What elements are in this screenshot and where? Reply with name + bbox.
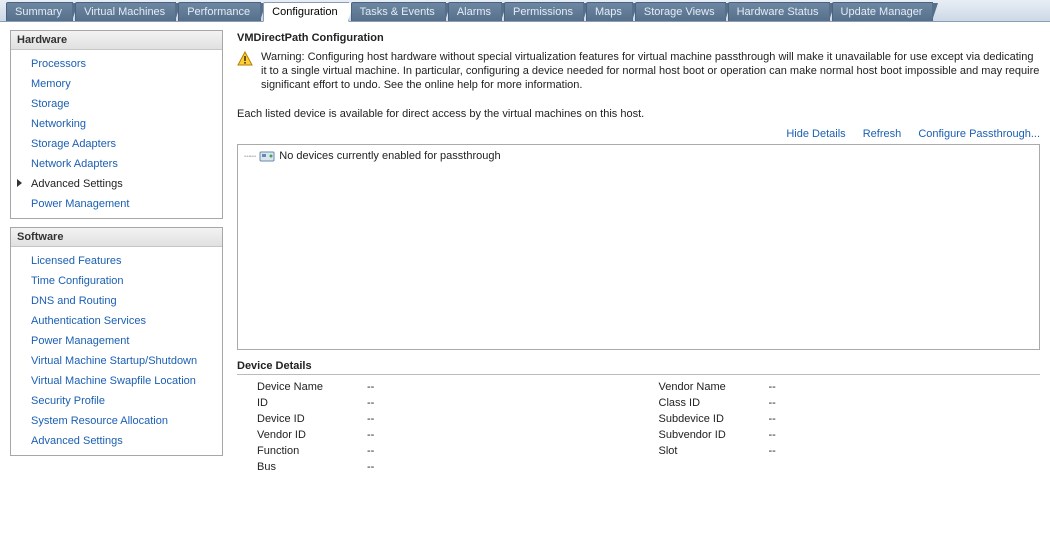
sidebar-item-authentication-services[interactable]: Authentication Services <box>11 311 222 331</box>
detail-subvendor-id: Subvendor ID -- <box>639 427 1041 443</box>
sidebar-item-vm-startup-shutdown[interactable]: Virtual Machine Startup/Shutdown <box>11 351 222 371</box>
action-links: Hide Details Refresh Configure Passthrou… <box>237 128 1040 140</box>
sidebar-item-storage-adapters[interactable]: Storage Adapters <box>11 134 222 154</box>
sidebar-item-time-configuration[interactable]: Time Configuration <box>11 271 222 291</box>
detail-id: ID -- <box>237 395 639 411</box>
tab-summary[interactable]: Summary <box>6 2 73 21</box>
detail-value: -- <box>759 445 776 457</box>
sidebar-item-advanced-settings-sw[interactable]: Advanced Settings <box>11 431 222 451</box>
detail-label: Slot <box>639 445 759 457</box>
sidebar-item-power-management-hw[interactable]: Power Management <box>11 194 222 214</box>
detail-label: Subvendor ID <box>639 429 759 441</box>
detail-value: -- <box>759 381 776 393</box>
detail-device-id: Device ID -- <box>237 411 639 427</box>
warning-icon <box>237 51 253 67</box>
details-right-column: Vendor Name -- Class ID -- Subdevice ID … <box>639 379 1041 475</box>
detail-label: Class ID <box>639 397 759 409</box>
detail-vendor-name: Vendor Name -- <box>639 379 1041 395</box>
tab-storage-views[interactable]: Storage Views <box>635 2 726 21</box>
tree-connector-icon: ┄┄ <box>244 150 255 163</box>
detail-function: Function -- <box>237 443 639 459</box>
tab-maps[interactable]: Maps <box>586 2 633 21</box>
sidebar: Hardware Processors Memory Storage Netwo… <box>10 30 223 475</box>
sidebar-item-memory[interactable]: Memory <box>11 74 222 94</box>
sidebar-item-vm-swapfile-location[interactable]: Virtual Machine Swapfile Location <box>11 371 222 391</box>
sidebar-item-networking[interactable]: Networking <box>11 114 222 134</box>
detail-label: Bus <box>237 461 357 473</box>
detail-value: -- <box>357 445 374 457</box>
tab-virtual-machines[interactable]: Virtual Machines <box>75 2 176 21</box>
tab-performance[interactable]: Performance <box>178 2 261 21</box>
detail-label: Vendor ID <box>237 429 357 441</box>
page-title: VMDirectPath Configuration <box>237 32 1040 44</box>
detail-value: -- <box>357 381 374 393</box>
sidebar-item-dns-routing[interactable]: DNS and Routing <box>11 291 222 311</box>
warning-banner: Warning: Configuring host hardware witho… <box>237 50 1040 92</box>
tab-tasks-events[interactable]: Tasks & Events <box>351 2 446 21</box>
detail-value: -- <box>357 413 374 425</box>
sidebar-item-storage[interactable]: Storage <box>11 94 222 114</box>
description-text: Each listed device is available for dire… <box>237 108 1040 120</box>
detail-value: -- <box>759 429 776 441</box>
detail-label: ID <box>237 397 357 409</box>
sidebar-item-power-management-sw[interactable]: Power Management <box>11 331 222 351</box>
sidebar-item-licensed-features[interactable]: Licensed Features <box>11 251 222 271</box>
detail-device-name: Device Name -- <box>237 379 639 395</box>
tab-update-manager[interactable]: Update Manager <box>832 2 934 21</box>
device-details-grid: Device Name -- ID -- Device ID -- Vendor… <box>237 379 1040 475</box>
detail-label: Device Name <box>237 381 357 393</box>
sidebar-item-advanced-settings-hw[interactable]: Advanced Settings <box>11 174 222 194</box>
software-header: Software <box>11 228 222 247</box>
tab-configuration[interactable]: Configuration <box>263 2 348 22</box>
detail-subdevice-id: Subdevice ID -- <box>639 411 1041 427</box>
sidebar-item-security-profile[interactable]: Security Profile <box>11 391 222 411</box>
detail-slot: Slot -- <box>639 443 1041 459</box>
detail-label: Function <box>237 445 357 457</box>
detail-label: Subdevice ID <box>639 413 759 425</box>
details-left-column: Device Name -- ID -- Device ID -- Vendor… <box>237 379 639 475</box>
sidebar-item-network-adapters[interactable]: Network Adapters <box>11 154 222 174</box>
software-panel: Software Licensed Features Time Configur… <box>10 227 223 456</box>
device-icon <box>259 149 275 163</box>
configure-passthrough-link[interactable]: Configure Passthrough... <box>918 128 1040 140</box>
detail-value: -- <box>357 429 374 441</box>
detail-vendor-id: Vendor ID -- <box>237 427 639 443</box>
detail-bus: Bus -- <box>237 459 639 475</box>
sidebar-item-processors[interactable]: Processors <box>11 54 222 74</box>
device-list-box[interactable]: ┄┄ No devices currently enabled for pass… <box>237 144 1040 350</box>
device-details-header: Device Details <box>237 360 1040 375</box>
detail-label: Vendor Name <box>639 381 759 393</box>
detail-value: -- <box>759 413 776 425</box>
hardware-panel: Hardware Processors Memory Storage Netwo… <box>10 30 223 219</box>
detail-class-id: Class ID -- <box>639 395 1041 411</box>
tab-strip: Summary Virtual Machines Performance Con… <box>0 0 1050 22</box>
detail-value: -- <box>357 461 374 473</box>
tab-alarms[interactable]: Alarms <box>448 2 502 21</box>
device-empty-message: No devices currently enabled for passthr… <box>279 150 500 162</box>
detail-label: Device ID <box>237 413 357 425</box>
tab-hardware-status[interactable]: Hardware Status <box>728 2 830 21</box>
device-empty-row: ┄┄ No devices currently enabled for pass… <box>244 149 1033 163</box>
tab-permissions[interactable]: Permissions <box>504 2 584 21</box>
refresh-link[interactable]: Refresh <box>863 128 902 140</box>
warning-text: Warning: Configuring host hardware witho… <box>261 50 1040 92</box>
hide-details-link[interactable]: Hide Details <box>786 128 845 140</box>
detail-value: -- <box>759 397 776 409</box>
detail-value: -- <box>357 397 374 409</box>
hardware-header: Hardware <box>11 31 222 50</box>
content-area: VMDirectPath Configuration Warning: Conf… <box>223 30 1040 475</box>
sidebar-item-system-resource-allocation[interactable]: System Resource Allocation <box>11 411 222 431</box>
